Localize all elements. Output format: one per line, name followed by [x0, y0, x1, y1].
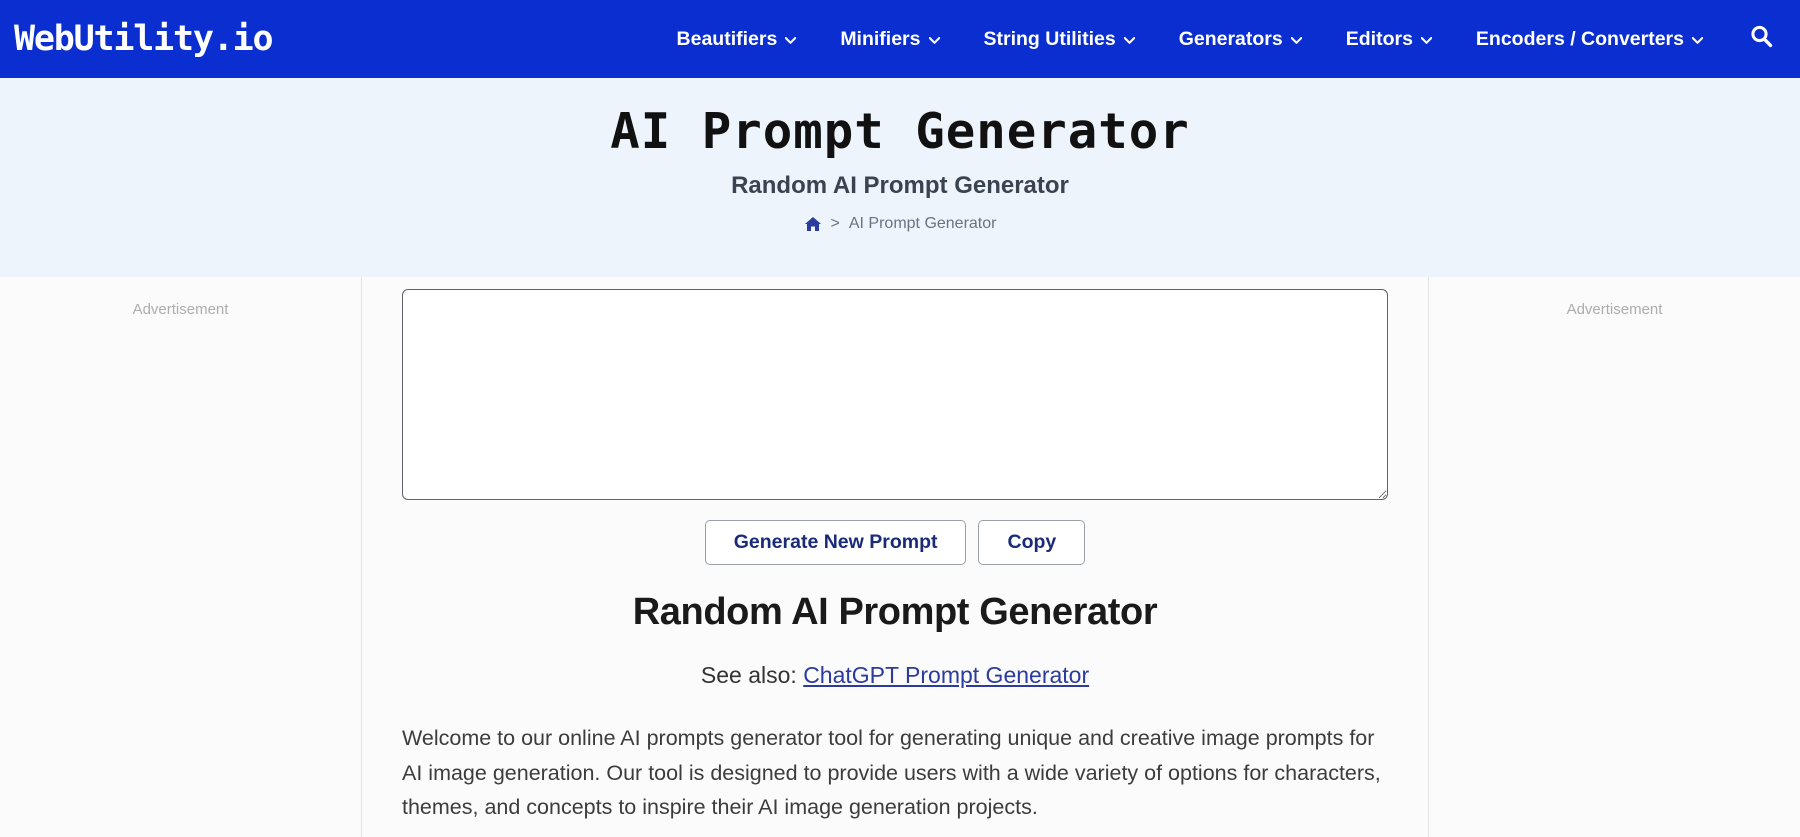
- breadcrumb-separator: >: [830, 215, 840, 233]
- generate-new-prompt-button[interactable]: Generate New Prompt: [704, 520, 967, 566]
- hero-section: AI Prompt Generator Random AI Prompt Gen…: [0, 78, 1800, 277]
- site-header: WebUtility.io Beautifiers Minifiers Stri…: [0, 0, 1800, 78]
- nav-item-label: Minifiers: [840, 27, 921, 50]
- see-also-label: See also:: [700, 662, 797, 689]
- main-navigation: Beautifiers Minifiers String Utilities G…: [655, 24, 1786, 54]
- chevron-down-icon: [785, 36, 797, 44]
- nav-item-editors[interactable]: Editors: [1324, 28, 1454, 51]
- see-also-line: See also: ChatGPT Prompt Generator: [402, 662, 1388, 689]
- action-button-row: Generate New Prompt Copy: [402, 520, 1388, 566]
- intro-paragraph: Welcome to our online AI prompts generat…: [402, 726, 1381, 820]
- chevron-down-icon: [1692, 36, 1703, 44]
- nav-item-label: String Utilities: [983, 27, 1116, 50]
- search-icon: [1749, 24, 1774, 54]
- nav-item-string-utilities[interactable]: String Utilities: [962, 28, 1157, 51]
- home-icon[interactable]: [804, 216, 822, 232]
- left-ad-column: Advertisement: [0, 277, 362, 837]
- nav-item-encoders-converters[interactable]: Encoders / Converters: [1454, 28, 1725, 51]
- site-logo[interactable]: WebUtility.io: [14, 21, 274, 57]
- chevron-down-icon: [1420, 36, 1432, 44]
- nav-item-label: Beautifiers: [676, 27, 778, 50]
- nav-item-label: Encoders / Converters: [1475, 27, 1684, 50]
- nav-item-generators[interactable]: Generators: [1157, 28, 1324, 51]
- chevron-down-icon: [1123, 36, 1135, 44]
- chevron-down-icon: [1290, 36, 1302, 44]
- search-button[interactable]: [1725, 24, 1786, 54]
- nav-item-minifiers[interactable]: Minifiers: [818, 28, 961, 51]
- advertisement-label: Advertisement: [1566, 301, 1663, 318]
- advertisement-label: Advertisement: [132, 301, 229, 318]
- right-ad-column: Advertisement: [1428, 277, 1800, 837]
- page-body: Advertisement Generate New Prompt Copy R…: [0, 277, 1800, 837]
- chatgpt-prompt-generator-link[interactable]: ChatGPT Prompt Generator: [803, 662, 1089, 688]
- section-heading: Random AI Prompt Generator: [632, 591, 1158, 634]
- copy-button[interactable]: Copy: [978, 520, 1086, 566]
- nav-item-label: Editors: [1345, 27, 1413, 50]
- nav-item-label: Generators: [1178, 27, 1283, 50]
- breadcrumb-current: AI Prompt Generator: [848, 215, 997, 233]
- main-content: Generate New Prompt Copy Random AI Promp…: [362, 277, 1428, 837]
- page-subtitle: Random AI Prompt Generator: [731, 172, 1069, 200]
- nav-item-beautifiers[interactable]: Beautifiers: [655, 28, 819, 51]
- breadcrumb: > AI Prompt Generator: [0, 215, 1800, 233]
- chevron-down-icon: [928, 36, 940, 44]
- prompt-output-textarea[interactable]: [402, 289, 1388, 500]
- page-title: AI Prompt Generator: [610, 103, 1190, 160]
